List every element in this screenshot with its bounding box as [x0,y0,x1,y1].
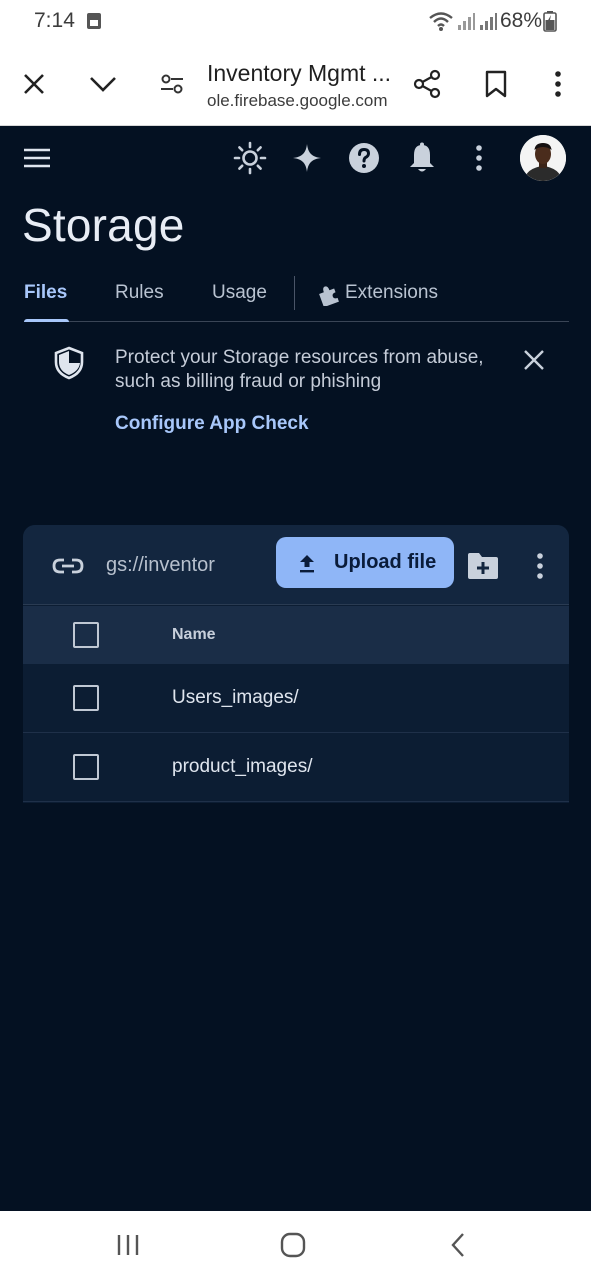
minimize-button[interactable] [85,66,121,102]
help-button[interactable] [344,138,384,178]
notifications-button[interactable] [402,138,442,178]
active-tab-indicator [24,319,69,322]
tab-rules[interactable]: Rules [115,282,164,304]
account-avatar[interactable] [520,135,566,181]
more-vertical-icon[interactable] [531,551,549,581]
row-checkbox[interactable] [73,754,99,780]
chevron-down-icon [90,77,116,92]
configure-app-check-link[interactable]: Configure App Check [115,413,309,435]
close-tab-button[interactable] [16,66,52,102]
page-title: Storage [22,199,185,251]
sun-icon [233,141,267,175]
share-icon [413,69,441,99]
bookmark-icon [485,70,507,98]
bell-icon [410,142,434,172]
signal-icon [480,13,497,30]
close-icon [24,74,44,94]
dismiss-notice-button[interactable] [518,344,550,376]
sparkle-icon [293,144,321,172]
new-folder-icon[interactable] [466,551,500,581]
close-icon [524,350,544,370]
tune-icon [161,74,183,94]
table-row[interactable]: Users_images/ [23,665,569,733]
upload-file-label: Upload file [334,551,437,573]
row-checkbox[interactable] [73,685,99,711]
hamburger-menu-button[interactable] [17,138,57,178]
site-settings-button[interactable] [154,66,190,102]
upload-icon [300,554,314,572]
column-header-name[interactable]: Name [172,626,216,644]
bucket-path: gs://inventor [106,554,215,576]
tab-extensions[interactable]: Extensions [345,282,438,304]
link-icon[interactable] [51,549,85,583]
system-navigation-bar [0,1211,591,1280]
tab-usage[interactable]: Usage [212,282,267,304]
browser-page-title: Inventory Mgmt ... [207,60,392,86]
wifi-icon [429,12,453,31]
folder-name[interactable]: product_images/ [172,756,312,778]
select-all-checkbox[interactable] [73,622,99,648]
signal-icon [458,13,475,30]
tab-divider [294,276,295,310]
status-time: 7:14 [34,9,75,32]
bookmark-button[interactable] [478,66,514,102]
table-row[interactable]: product_images/ [23,734,569,802]
browser-menu-button[interactable] [540,66,576,102]
theme-toggle-button[interactable] [230,138,270,178]
share-button[interactable] [409,66,445,102]
more-vertical-icon [476,145,482,171]
battery-charging-icon [543,11,557,32]
gemini-button[interactable] [287,138,327,178]
bucket-toolbar: gs://inventor Upload file [23,525,569,605]
browser-toolbar: Inventory Mgmt ... ole.firebase.google.c… [0,42,591,126]
upload-file-button[interactable]: Upload file [276,537,454,588]
browser-url[interactable]: ole.firebase.google.com [207,91,388,111]
tab-files[interactable]: Files [24,282,67,304]
back-icon[interactable] [443,1229,475,1261]
recent-apps-icon[interactable] [112,1229,144,1261]
shield-icon [54,346,84,380]
help-icon [349,143,379,173]
app-check-notice: Protect your Storage resources from abus… [115,347,484,392]
files-card: gs://inventor Upload file Name Users_ima… [23,525,569,803]
battery-level: 68% [500,9,543,32]
folder-name[interactable]: Users_images/ [172,687,299,709]
status-bar: 7:14 68% [0,0,591,42]
firebase-console: Storage Files Rules Usage Extensions Pro… [0,126,591,1211]
extension-icon [319,286,339,306]
sim-card-icon [87,13,101,29]
table-header: Name [23,606,569,664]
home-icon[interactable] [277,1229,309,1261]
storage-tabs: Files Rules Usage Extensions [24,274,569,322]
more-vertical-icon [555,71,561,97]
app-more-button[interactable] [459,138,499,178]
avatar-photo [520,135,566,181]
menu-icon [24,148,50,168]
